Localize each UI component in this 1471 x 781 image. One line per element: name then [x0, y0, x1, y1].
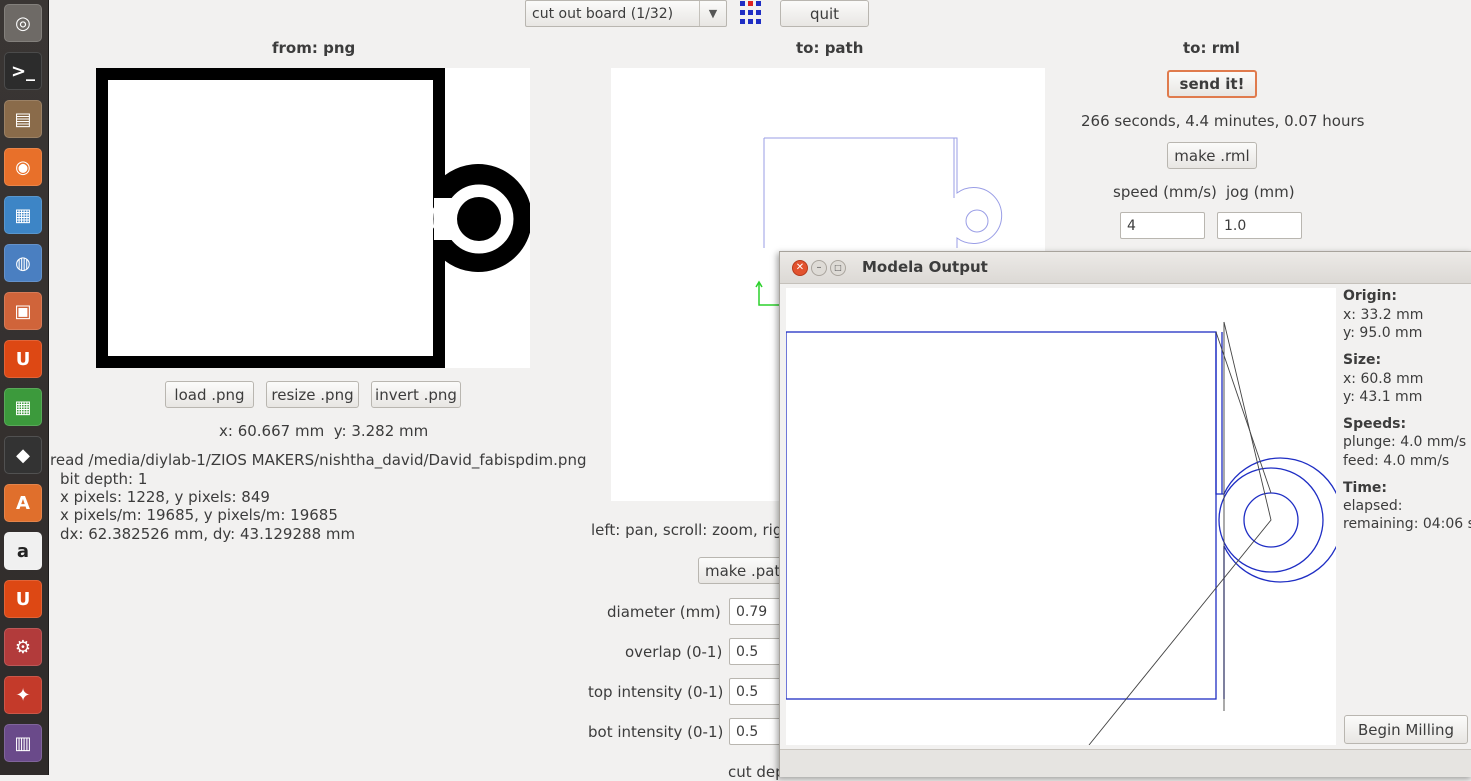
- bot-intensity-label: bot intensity (0-1): [588, 723, 724, 741]
- minimize-icon[interactable]: –: [811, 260, 827, 276]
- origin-y: y: 95.0 mm: [1343, 325, 1423, 341]
- top-intensity-label: top intensity (0-1): [588, 683, 724, 701]
- chevron-down-icon: ▼: [699, 1, 726, 26]
- unity-launcher: ◎ >_ ▤ ◉ ▦ ◍ ▣ U ▦ ◆ Aa U ⚙ ✦ ▥: [0, 0, 49, 775]
- size-heading: Size:: [1343, 352, 1382, 368]
- quit-button[interactable]: quit: [780, 0, 869, 27]
- png-info-pixels: x pixels: 1228, y pixels: 849: [60, 488, 270, 506]
- jog-field[interactable]: 1.0: [1217, 212, 1302, 239]
- origin-heading: Origin:: [1343, 288, 1397, 304]
- inkscape-icon[interactable]: ◆: [4, 436, 42, 474]
- jog-value: 1.0: [1224, 217, 1247, 234]
- to-path-title: to: path: [796, 39, 864, 57]
- overlap-label: overlap (0-1): [625, 643, 723, 661]
- diameter-label: diameter (mm): [607, 603, 721, 621]
- make-rml-button[interactable]: make .rml: [1167, 142, 1257, 169]
- speed-value: 4: [1127, 217, 1136, 234]
- firefox-icon[interactable]: ◉: [4, 148, 42, 186]
- png-info-bitdepth: bit depth: 1: [60, 470, 148, 488]
- origin-x: x: 33.2 mm: [1343, 307, 1424, 323]
- size-y: y: 43.1 mm: [1343, 389, 1423, 405]
- speed-label: speed (mm/s): [1113, 183, 1217, 201]
- size-x: x: 60.8 mm: [1343, 371, 1424, 387]
- send-it-button[interactable]: send it!: [1167, 70, 1257, 98]
- feed-speed: feed: 4.0 mm/s: [1343, 453, 1450, 469]
- to-rml-title: to: rml: [1183, 39, 1240, 57]
- plunge-speed: plunge: 4.0 mm/s: [1343, 434, 1467, 450]
- modela-canvas: [785, 288, 1343, 746]
- time-estimate: 266 seconds, 4.4 minutes, 0.07 hours: [1081, 112, 1365, 130]
- png-preview: [96, 68, 532, 368]
- png-info-path: read /media/diylab-1/ZIOS MAKERS/nishtha…: [50, 451, 587, 469]
- impress-icon[interactable]: ▣: [4, 292, 42, 330]
- jog-label: jog (mm): [1226, 183, 1295, 201]
- chromium-icon[interactable]: ◍: [4, 244, 42, 282]
- maximize-icon[interactable]: □: [830, 260, 846, 276]
- speed-field[interactable]: 4: [1120, 212, 1205, 239]
- remaining-time: remaining: 04:06 s: [1343, 516, 1471, 532]
- time-heading: Time:: [1343, 480, 1388, 496]
- bot-intensity-value: 0.5: [736, 723, 759, 740]
- amazon-icon[interactable]: a: [4, 532, 42, 570]
- terminal-icon[interactable]: >_: [4, 52, 42, 90]
- dash-icon[interactable]: ◎: [4, 4, 42, 42]
- process-select[interactable]: cut out board (1/32) ▼: [525, 0, 727, 27]
- modela-titlebar[interactable]: ✕ – □ Modela Output: [780, 252, 1471, 284]
- diameter-value: 0.79: [736, 603, 768, 620]
- process-select-value: cut out board (1/32): [532, 5, 674, 22]
- begin-milling-button[interactable]: Begin Milling: [1344, 715, 1468, 744]
- elapsed-time: elapsed:: [1343, 498, 1403, 514]
- top-intensity-value: 0.5: [736, 683, 759, 700]
- cursor-coordinates: x: 60.667 mm y: 3.282 mm: [219, 422, 429, 440]
- close-icon[interactable]: ✕: [792, 260, 808, 276]
- overlap-value: 0.5: [736, 643, 759, 660]
- modela-output-window[interactable]: ✕ – □ Modela Output Origin: x: 33.2 mm y…: [779, 251, 1471, 777]
- load-png-button[interactable]: load .png: [165, 381, 254, 408]
- ubuntu-one-icon[interactable]: U: [4, 340, 42, 378]
- fab-logo-icon: [740, 1, 767, 25]
- png-info-resolution: x pixels/m: 19685, y pixels/m: 19685: [60, 506, 338, 524]
- settings-icon[interactable]: ⚙: [4, 628, 42, 666]
- writer-icon[interactable]: ▦: [4, 196, 42, 234]
- png-info-dimensions: dx: 62.382526 mm, dy: 43.129288 mm: [60, 525, 356, 543]
- modela-title: Modela Output: [862, 258, 988, 276]
- resize-png-button[interactable]: resize .png: [266, 381, 359, 408]
- workspace-icon[interactable]: ▥: [4, 724, 42, 762]
- modela-bottom-bar: [780, 749, 1471, 777]
- path-view-help: left: pan, scroll: zoom, righ: [591, 521, 792, 539]
- fab-modules-icon[interactable]: ✦: [4, 676, 42, 714]
- from-png-title: from: png: [272, 39, 356, 57]
- software-center-icon[interactable]: A: [4, 484, 42, 522]
- calc-icon[interactable]: ▦: [4, 388, 42, 426]
- ubuntu-one-music-icon[interactable]: U: [4, 580, 42, 618]
- cut-depth-label: cut dep: [728, 763, 785, 781]
- files-icon[interactable]: ▤: [4, 100, 42, 138]
- invert-png-button[interactable]: invert .png: [371, 381, 461, 408]
- speeds-heading: Speeds:: [1343, 416, 1407, 432]
